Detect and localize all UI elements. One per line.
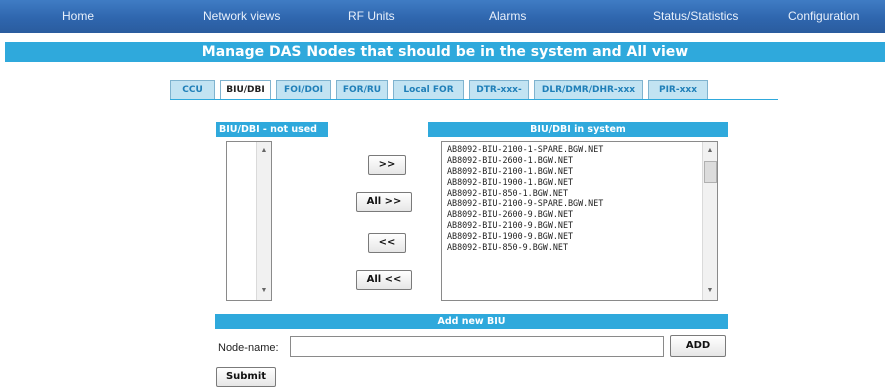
tab-ccu[interactable]: CCU	[170, 80, 215, 100]
nav-home[interactable]: Home	[62, 0, 94, 33]
tab-divider	[170, 99, 778, 100]
top-navigation-bar: Home Network views RF Units Alarms Statu…	[0, 0, 885, 33]
tab-local-for[interactable]: Local FOR	[393, 80, 464, 100]
tab-pir-xxx[interactable]: PIR-xxx	[648, 80, 708, 100]
in-system-items: AB8092-BIU-2100-1-SPARE.BGW.NET AB8092-BI…	[447, 144, 699, 253]
submit-button[interactable]: Submit	[216, 367, 276, 387]
node-name-input[interactable]	[290, 336, 664, 357]
list-item[interactable]: AB8092-BIU-1900-1.BGW.NET	[447, 177, 699, 188]
scroll-down-arrow-icon[interactable]: ▼	[257, 284, 271, 298]
list-item[interactable]: AB8092-BIU-1900-9.BGW.NET	[447, 231, 699, 242]
scroll-down-arrow-icon[interactable]: ▼	[703, 284, 717, 298]
page-title: Manage DAS Nodes that should be in the s…	[5, 42, 885, 62]
add-new-header: Add new BIU	[215, 314, 728, 329]
in-system-header: BIU/DBI in system	[428, 122, 728, 137]
tab-dtr-xxx[interactable]: DTR-xxx-	[469, 80, 529, 100]
list-item[interactable]: AB8092-BIU-850-1.BGW.NET	[447, 188, 699, 199]
nav-alarms[interactable]: Alarms	[489, 0, 526, 33]
tab-for-ru[interactable]: FOR/RU	[336, 80, 388, 100]
list-item[interactable]: AB8092-BIU-2100-1.BGW.NET	[447, 166, 699, 177]
nav-configuration[interactable]: Configuration	[788, 0, 859, 33]
node-name-label: Node-name:	[218, 342, 279, 354]
scroll-up-arrow-icon[interactable]: ▲	[257, 144, 271, 158]
scroll-thumb[interactable]	[704, 161, 717, 183]
not-used-header: BIU/DBI - not used	[216, 122, 328, 137]
move-right-button[interactable]: >>	[368, 155, 406, 175]
list-item[interactable]: AB8092-BIU-2100-9-SPARE.BGW.NET	[447, 198, 699, 209]
list-item[interactable]: AB8092-BIU-2600-1.BGW.NET	[447, 155, 699, 166]
move-all-right-button[interactable]: All >>	[356, 192, 412, 212]
scroll-up-arrow-icon[interactable]: ▲	[703, 144, 717, 158]
list-item[interactable]: AB8092-BIU-850-9.BGW.NET	[447, 242, 699, 253]
list-item[interactable]: AB8092-BIU-2600-9.BGW.NET	[447, 209, 699, 220]
not-used-list[interactable]: ▲ ▼	[226, 141, 272, 301]
nav-rf-units[interactable]: RF Units	[348, 0, 395, 33]
nav-network-views[interactable]: Network views	[203, 0, 280, 33]
list-item[interactable]: AB8092-BIU-2100-9.BGW.NET	[447, 220, 699, 231]
add-button[interactable]: ADD	[670, 335, 726, 357]
in-system-list[interactable]: AB8092-BIU-2100-1-SPARE.BGW.NET AB8092-BI…	[441, 141, 718, 301]
move-left-button[interactable]: <<	[368, 233, 406, 253]
not-used-scrollbar[interactable]: ▲ ▼	[256, 142, 271, 300]
move-all-left-button[interactable]: All <<	[356, 270, 412, 290]
tab-biu-dbi[interactable]: BIU/DBI	[220, 80, 271, 100]
list-item[interactable]: AB8092-BIU-2100-1-SPARE.BGW.NET	[447, 144, 699, 155]
tab-dlr-dmr-dhr-xxx[interactable]: DLR/DMR/DHR-xxx	[534, 80, 643, 100]
tab-foi-doi[interactable]: FOI/DOI	[276, 80, 331, 100]
nav-status-statistics[interactable]: Status/Statistics	[653, 0, 738, 33]
in-system-scrollbar[interactable]: ▲ ▼	[702, 142, 717, 300]
